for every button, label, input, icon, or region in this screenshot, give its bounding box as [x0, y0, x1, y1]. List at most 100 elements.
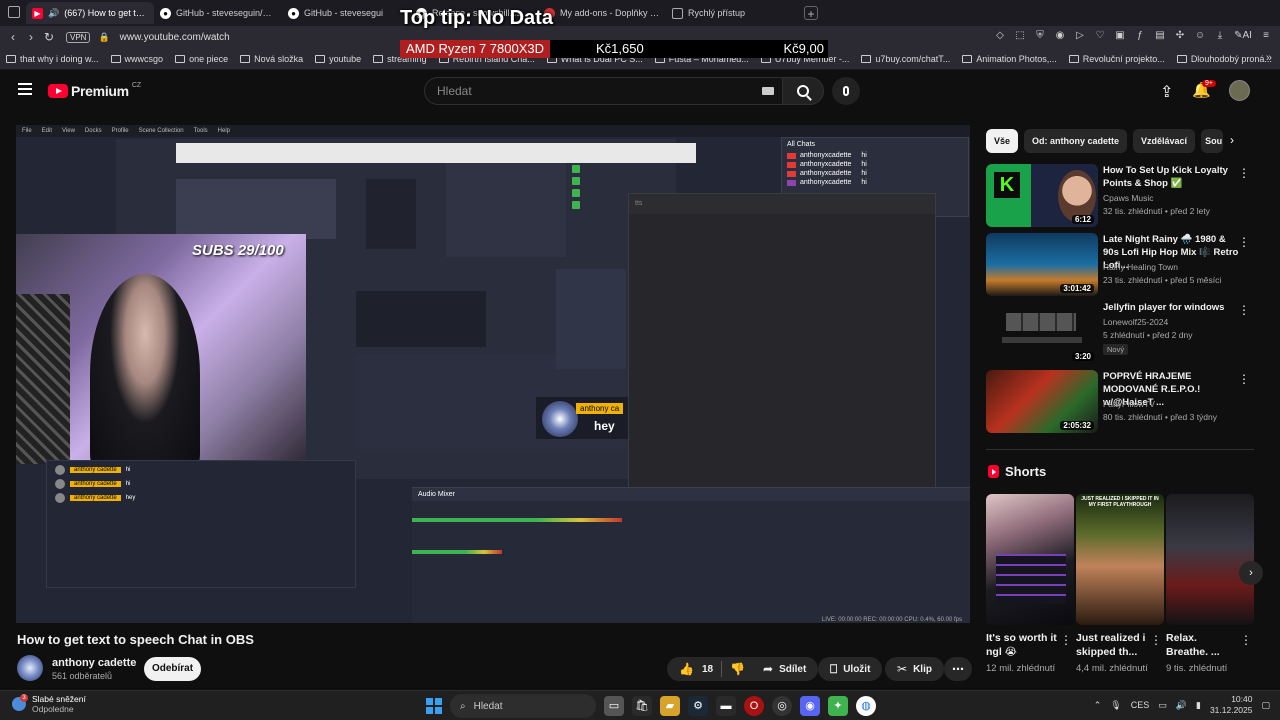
dislike-icon[interactable]: 👎 — [730, 662, 745, 676]
extension-3-icon[interactable]: ▤ — [1154, 30, 1166, 42]
volume-icon[interactable]: 🔊 — [1176, 700, 1187, 711]
youtube-logo[interactable]: Premium CZ — [48, 82, 141, 99]
tab-speed-dial[interactable]: Rychlý přístup — [666, 2, 794, 24]
screenshot-icon[interactable]: ⬚ — [1014, 30, 1026, 42]
tab-youtube[interactable]: ▶ 🔊 (667) How to get text t — [26, 2, 154, 24]
video-thumbnail[interactable]: 3:20 — [986, 301, 1098, 364]
ai-icon[interactable]: ✎AI — [1234, 30, 1252, 42]
bookmark-item[interactable]: Dlouhodobý proná... — [1176, 54, 1272, 64]
sidebar-toggle-icon[interactable] — [8, 6, 20, 18]
task-view-icon[interactable]: ▭ — [604, 696, 624, 716]
chevron-right-icon[interactable]: › — [1230, 133, 1234, 147]
channel-name[interactable]: FattyPillowTV — [1103, 399, 1155, 409]
extension-2-icon[interactable]: ƒ — [1134, 30, 1146, 42]
short-title[interactable]: It's so worth it ngl 😭 — [986, 631, 1060, 659]
bookmark-item[interactable]: wwwcsgo — [110, 54, 163, 64]
bookmark-item[interactable]: u7buy.com/chatT... — [861, 54, 950, 64]
speaker-icon[interactable]: 🔊 — [48, 8, 59, 19]
more-icon[interactable]: ⋮ — [1238, 372, 1250, 386]
bookmarks-overflow-icon[interactable]: » — [1266, 52, 1272, 64]
windows-start-icon[interactable] — [426, 698, 442, 714]
notifications-icon[interactable]: ▢ — [1261, 700, 1270, 711]
like-icon[interactable]: 👍 — [679, 662, 694, 676]
profile-icon[interactable]: ☺ — [1194, 30, 1206, 42]
save-button[interactable]: ⎕ Uložit — [818, 657, 883, 681]
menu-icon[interactable]: ≡ — [1260, 30, 1272, 42]
keyboard-icon[interactable] — [762, 87, 774, 95]
file-explorer-icon[interactable]: ▰ — [660, 696, 680, 716]
play-icon[interactable]: ▷ — [1074, 30, 1086, 42]
opera-icon[interactable]: O — [744, 696, 764, 716]
bookmark-item[interactable]: youtube — [315, 54, 361, 64]
more-icon[interactable]: ⋮ — [1238, 166, 1250, 180]
subscribe-button[interactable]: Odebírat — [144, 657, 201, 681]
heart-icon[interactable]: ♡ — [1094, 30, 1106, 42]
chip-from-channel[interactable]: Od: anthony cadette — [1024, 129, 1128, 153]
chip-educational[interactable]: Vzdělávací — [1133, 129, 1196, 153]
share-button[interactable]: ➦ Sdílet — [751, 657, 819, 681]
reload-icon[interactable]: ↻ — [40, 30, 58, 44]
short-thumbnail[interactable]: JUST REALIZED I SKIPPED IT IN MY FIRST P… — [1076, 494, 1164, 625]
recommended-video[interactable]: K 6:12 How To Set Up Kick Loyalty Points… — [986, 164, 1256, 228]
bookmark-item[interactable]: that why i doing w... — [6, 54, 99, 64]
channel-name[interactable]: anthony cadette — [52, 657, 136, 669]
xbox-icon[interactable]: ✦ — [828, 696, 848, 716]
more-icon[interactable]: ⋮ — [1238, 235, 1250, 249]
tray-chevron-icon[interactable]: ⌃ — [1094, 700, 1102, 711]
network-icon[interactable]: ▭ — [1158, 700, 1167, 711]
hamburger-menu-icon[interactable] — [18, 83, 32, 95]
search-input[interactable]: Hledat — [424, 77, 782, 105]
bookmark-item[interactable]: one piece — [175, 54, 228, 64]
tab-github-1[interactable]: ● GitHub - steveseguin/soci — [154, 2, 282, 24]
more-icon[interactable]: ⋮ — [1150, 633, 1162, 647]
like-count[interactable]: 18 — [702, 664, 713, 675]
short-thumbnail[interactable] — [1166, 494, 1254, 625]
download-icon[interactable]: ⤓ — [1214, 30, 1226, 42]
url-field[interactable]: www.youtube.com/watch — [120, 32, 230, 43]
extension-1-icon[interactable]: ▣ — [1114, 30, 1126, 42]
search-button[interactable] — [782, 77, 824, 105]
vpn-badge[interactable]: VPN — [66, 31, 91, 43]
recommended-video[interactable]: 2:05:32 POPRVÉ HRAJEME MODOVANÉ R.E.P.O.… — [986, 370, 1256, 434]
channel-name[interactable]: Lonewolf25-2024 — [1103, 317, 1168, 327]
more-icon[interactable]: ⋮ — [1238, 303, 1250, 317]
mic-tray-icon[interactable]: 🎙 — [1110, 700, 1121, 711]
video-thumbnail[interactable]: 2:05:32 — [986, 370, 1098, 433]
new-tab-button[interactable]: + — [804, 6, 818, 21]
puzzle-icon[interactable]: ✣ — [1174, 30, 1186, 42]
channel-avatar[interactable] — [17, 655, 43, 681]
steam-icon[interactable]: ⚙ — [688, 696, 708, 716]
channel-name[interactable]: Rainy Healing Town — [1103, 262, 1178, 272]
more-icon[interactable]: ⋮ — [1060, 633, 1072, 647]
lock-icon[interactable]: 🔒 — [98, 32, 109, 43]
chip-related[interactable]: Sou — [1201, 129, 1224, 153]
more-icon[interactable]: ⋮ — [1240, 633, 1252, 647]
tab-github-2[interactable]: ● GitHub - stevesegui — [282, 2, 410, 24]
video-title[interactable]: How To Set Up Kick Loyalty Points & Shop… — [1103, 164, 1239, 190]
camera-icon[interactable]: ◉ — [1054, 30, 1066, 42]
chip-all[interactable]: Vše — [986, 129, 1019, 153]
avatar[interactable] — [1229, 80, 1250, 101]
short-item[interactable]: It's so worth it ngl 😭 12 mil. zhlédnutí… — [986, 494, 1074, 676]
store-icon[interactable]: 🛍 — [632, 696, 652, 716]
terminal-icon[interactable]: ▬ — [716, 696, 736, 716]
tab-addons[interactable]: My add-ons - Doplňky Op — [538, 2, 666, 24]
shield-icon[interactable]: ⛨ — [1034, 30, 1046, 42]
weather-widget[interactable]: 3 Slabé sněžení Odpoledne — [12, 694, 86, 714]
taskbar-search[interactable]: ⌕ Hledat — [450, 694, 596, 718]
obs-icon[interactable]: ◎ — [772, 696, 792, 716]
channel-name[interactable]: Cpaws Music — [1103, 193, 1154, 203]
short-thumbnail[interactable] — [986, 494, 1074, 625]
recommended-video[interactable]: 3:01:42 Late Night Rainy 🌧️ 1980 & 90s L… — [986, 233, 1256, 297]
discord-icon[interactable]: ◉ — [800, 696, 820, 716]
recommended-video[interactable]: 3:20 Jellyfin player for windows Lonewol… — [986, 301, 1256, 365]
video-title[interactable]: Jellyfin player for windows — [1103, 301, 1239, 314]
bookmark-item[interactable]: Animation Photos,... — [962, 54, 1057, 64]
short-item[interactable]: JUST REALIZED I SKIPPED IT IN MY FIRST P… — [1076, 494, 1164, 676]
bookmark-item[interactable]: Nová složka — [240, 54, 303, 64]
upload-icon[interactable]: ⇪ — [1160, 82, 1173, 102]
language-indicator[interactable]: CES — [1131, 700, 1150, 710]
clip-button[interactable]: ✂ Klip — [885, 657, 944, 681]
video-thumbnail[interactable]: 3:01:42 — [986, 233, 1098, 296]
shorts-next-icon[interactable]: › — [1239, 561, 1263, 585]
